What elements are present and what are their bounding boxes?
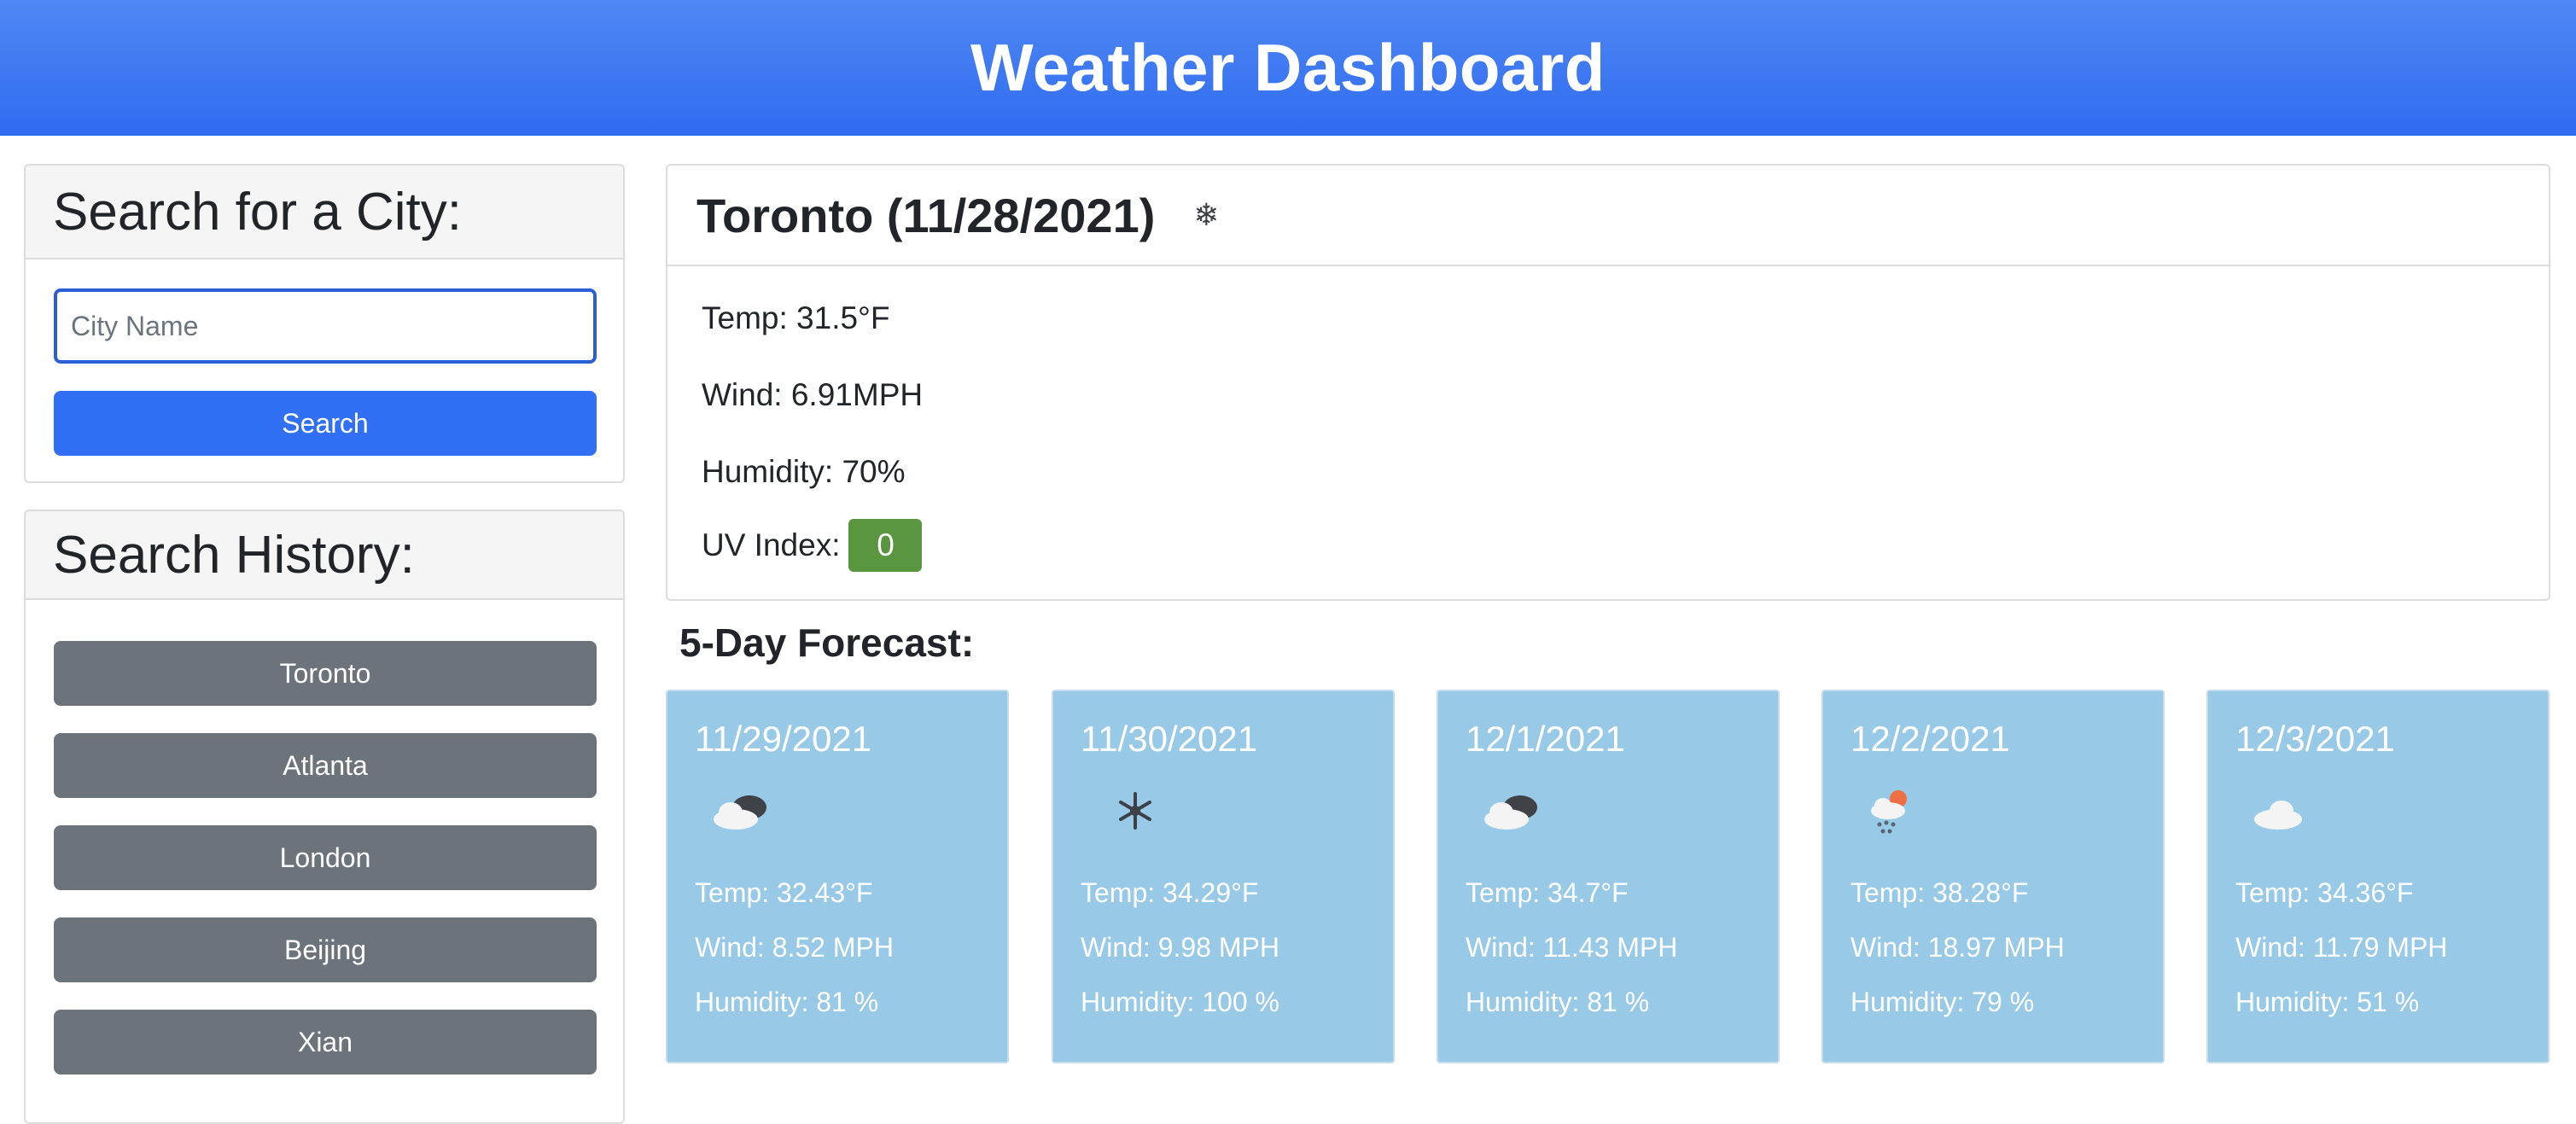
forecast-date: 11/30/2021 (1081, 719, 1258, 759)
forecast-card: 12/3/2021 Temp: 34.36°F Wind: 11.79 MPH … (2206, 690, 2550, 1063)
forecast-date: 12/3/2021 (2235, 719, 2395, 759)
snow-icon: ❄ (1193, 197, 1220, 232)
uv-index-badge: 0 (848, 519, 923, 572)
forecast-card: 12/2/2021 Temp: 38.28°F Wind: 18.97 MPH … (1821, 690, 2165, 1063)
snow-icon (1119, 792, 1151, 830)
search-panel-header: Search for a City: (26, 166, 623, 259)
history-item-button[interactable]: Beijing (54, 917, 597, 982)
current-weather-header: Toronto (11/28/2021) ❄ (667, 166, 2549, 266)
search-history-list: Toronto Atlanta London Beijing Xian (54, 641, 597, 1102)
search-history-header: Search History: (26, 511, 623, 600)
forecast-humidity: Humidity: 79 % (1850, 987, 2035, 1017)
history-item-button[interactable]: Toronto (54, 641, 597, 706)
forecast-wind: Wind: 18.97 MPH (1850, 932, 2065, 963)
page-header: Weather Dashboard (0, 0, 2576, 136)
forecast-date: 12/1/2021 (1466, 719, 1625, 759)
forecast-temp: Temp: 32.43°F (695, 877, 873, 908)
forecast-wind: Wind: 9.98 MPH (1081, 932, 1279, 963)
forecast-temp: Temp: 38.28°F (1850, 877, 2029, 908)
forecast-wind: Wind: 8.52 MPH (695, 932, 894, 963)
page-title: Weather Dashboard (970, 30, 1606, 105)
broken-clouds-icon (714, 795, 766, 830)
search-history-heading: Search History: (53, 525, 415, 585)
search-heading: Search for a City: (53, 182, 462, 242)
current-uv-row: UV Index: 0 (702, 519, 923, 572)
forecast-date: 12/2/2021 (1850, 719, 2010, 759)
search-history-panel: Search History: Toronto Atlanta London B… (24, 510, 625, 1124)
forecast-humidity: Humidity: 51 % (2235, 987, 2420, 1017)
forecast-temp: Temp: 34.36°F (2235, 877, 2414, 908)
rain-snow-sun-icon (1871, 790, 1907, 834)
forecast-humidity: Humidity: 100 % (1081, 987, 1279, 1017)
current-city-title: Toronto (11/28/2021) (696, 188, 1156, 242)
forecast-card: 12/1/2021 Temp: 34.7°F Wind: 11.43 MPH H… (1437, 690, 1780, 1063)
city-name-input[interactable] (54, 288, 597, 364)
forecast-temp: Temp: 34.7°F (1466, 877, 1629, 908)
current-humidity: Humidity: 70% (702, 454, 906, 489)
broken-clouds-icon (1484, 795, 1537, 830)
forecast-card: 11/30/2021 Temp: 34.29°F Wind: 9.98 MPH … (1052, 690, 1395, 1063)
forecast-heading: 5-Day Forecast: (679, 620, 975, 665)
history-item-button[interactable]: Atlanta (54, 733, 597, 798)
current-weather-panel: Toronto (11/28/2021) ❄ Temp: 31.5°F Wind… (666, 164, 2550, 601)
forecast-date: 11/29/2021 (695, 719, 872, 759)
forecast-card: 11/29/2021 Temp: 32.43°F Wind: 8.52 MPH … (666, 690, 1009, 1063)
current-temp: Temp: 31.5°F (702, 300, 890, 335)
forecast-wind: Wind: 11.43 MPH (1466, 932, 1678, 963)
uv-index-label: UV Index: (702, 527, 841, 562)
history-item-button[interactable]: London (54, 825, 597, 890)
current-wind: Wind: 6.91MPH (702, 377, 924, 412)
history-item-button[interactable]: Xian (54, 1010, 597, 1074)
forecast-temp: Temp: 34.29°F (1081, 877, 1259, 908)
forecast-humidity: Humidity: 81 % (695, 987, 879, 1017)
forecast-wind: Wind: 11.79 MPH (2235, 932, 2448, 963)
search-button[interactable]: Search (54, 391, 597, 456)
search-panel: Search for a City: Search (24, 164, 625, 483)
forecast-humidity: Humidity: 81 % (1466, 987, 1650, 1017)
cloud-icon (2254, 801, 2302, 830)
